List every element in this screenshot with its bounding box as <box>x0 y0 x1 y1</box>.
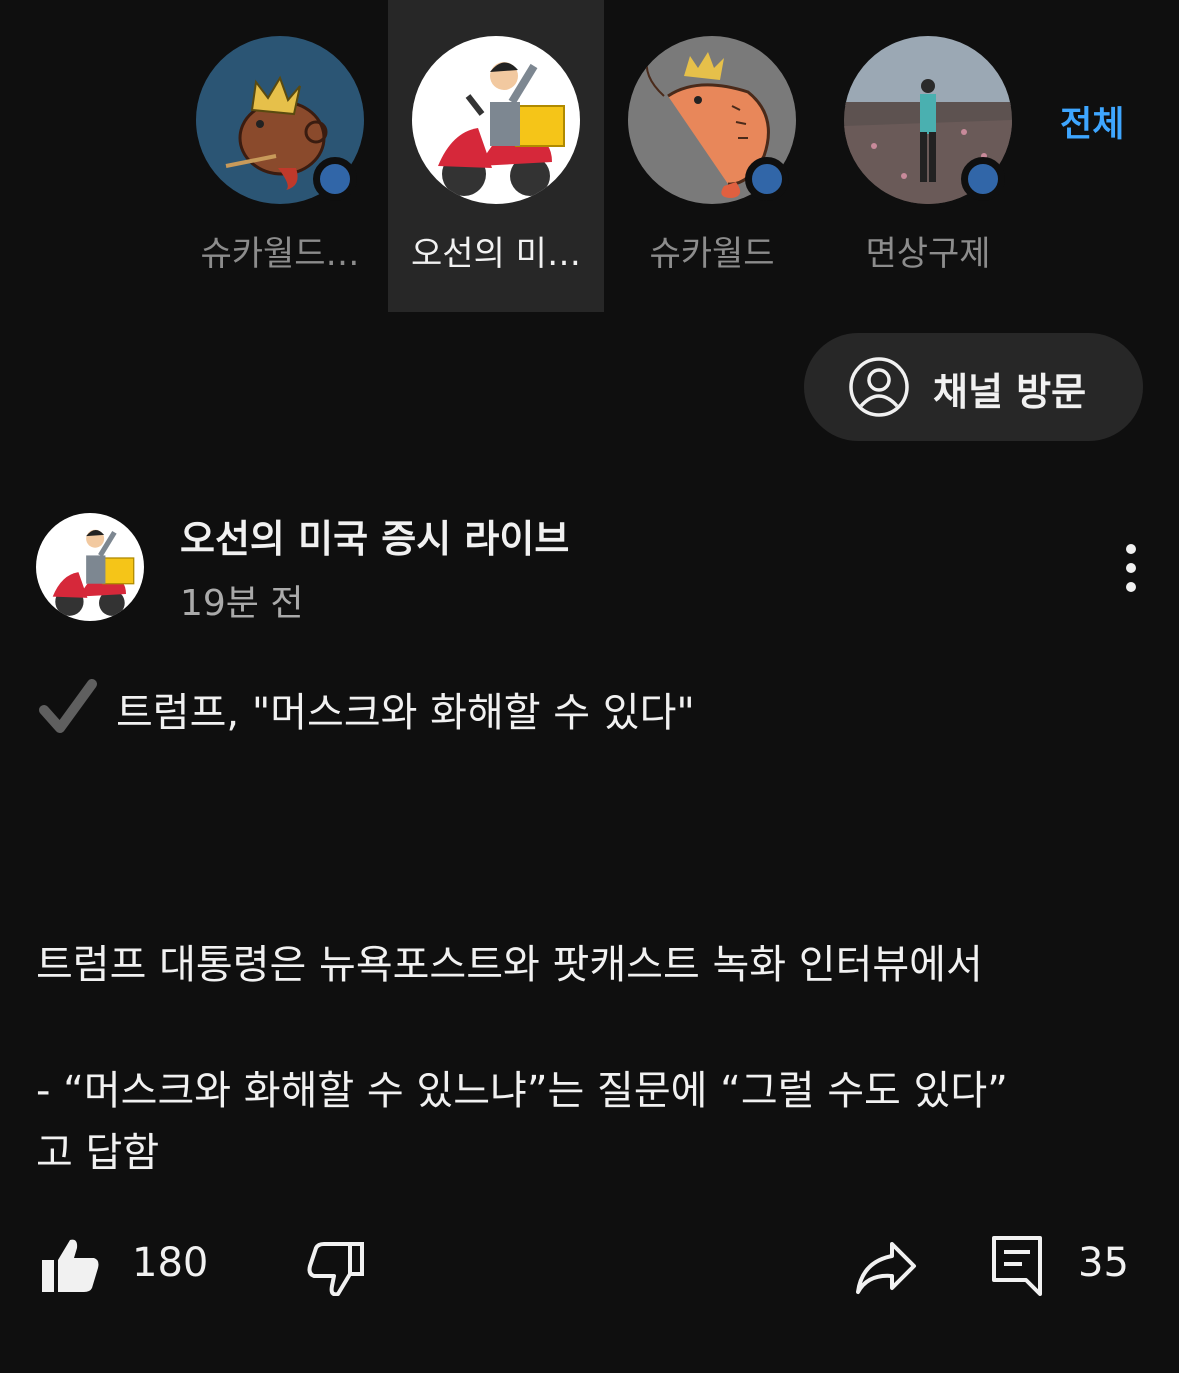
live-dot-icon <box>313 157 357 201</box>
like-count: 180 <box>132 1240 209 1286</box>
scooter-reporter-avatar-icon <box>412 36 580 204</box>
post-paragraph: 고 답함 <box>36 1130 160 1176</box>
post-headline: 트럼프, "머스크와 화해할 수 있다" <box>116 690 695 736</box>
post-paragraph: - “머스크와 화해할 수 있느냐”는 질문에 “그럴 수도 있다” <box>36 1068 1008 1114</box>
post-channel-name[interactable]: 오선의 미국 증시 라이브 <box>180 508 569 563</box>
post-timestamp: 19분 전 <box>180 583 304 624</box>
channel-item-myeonsang[interactable]: 면상구제 <box>820 0 1036 312</box>
channel-name: 오선의 미… <box>411 234 581 274</box>
channel-name: 면상구제 <box>865 234 991 274</box>
more-options-button[interactable] <box>1111 540 1151 596</box>
person-circle-icon <box>849 357 909 417</box>
post-channel-avatar[interactable] <box>36 513 144 621</box>
channel-name: 슈카월드 <box>649 234 775 274</box>
comment-count: 35 <box>1078 1240 1129 1286</box>
visit-channel-button[interactable]: 채널 방문 <box>804 333 1143 441</box>
check-mark-icon <box>39 679 97 733</box>
channel-item-shuka-world-sub[interactable]: 슈카월드… <box>172 0 388 312</box>
channel-item-oseon[interactable]: 오선의 미… <box>388 0 604 312</box>
live-dot-icon <box>961 157 1005 201</box>
visit-channel-label: 채널 방문 <box>933 370 1087 414</box>
share-icon[interactable] <box>854 1240 918 1296</box>
thumbs-up-icon[interactable] <box>40 1236 102 1296</box>
channel-name: 슈카월드… <box>200 234 360 274</box>
all-channels-link[interactable]: 전체 <box>1060 96 1124 147</box>
channel-item-shuka-world[interactable]: 슈카월드 <box>604 0 820 312</box>
live-dot-icon <box>745 157 789 201</box>
post-paragraph: 트럼프 대통령은 뉴욕포스트와 팟캐스트 녹화 인터뷰에서 <box>36 942 983 988</box>
thumbs-down-icon[interactable] <box>304 1240 366 1296</box>
comment-icon[interactable] <box>990 1234 1044 1296</box>
